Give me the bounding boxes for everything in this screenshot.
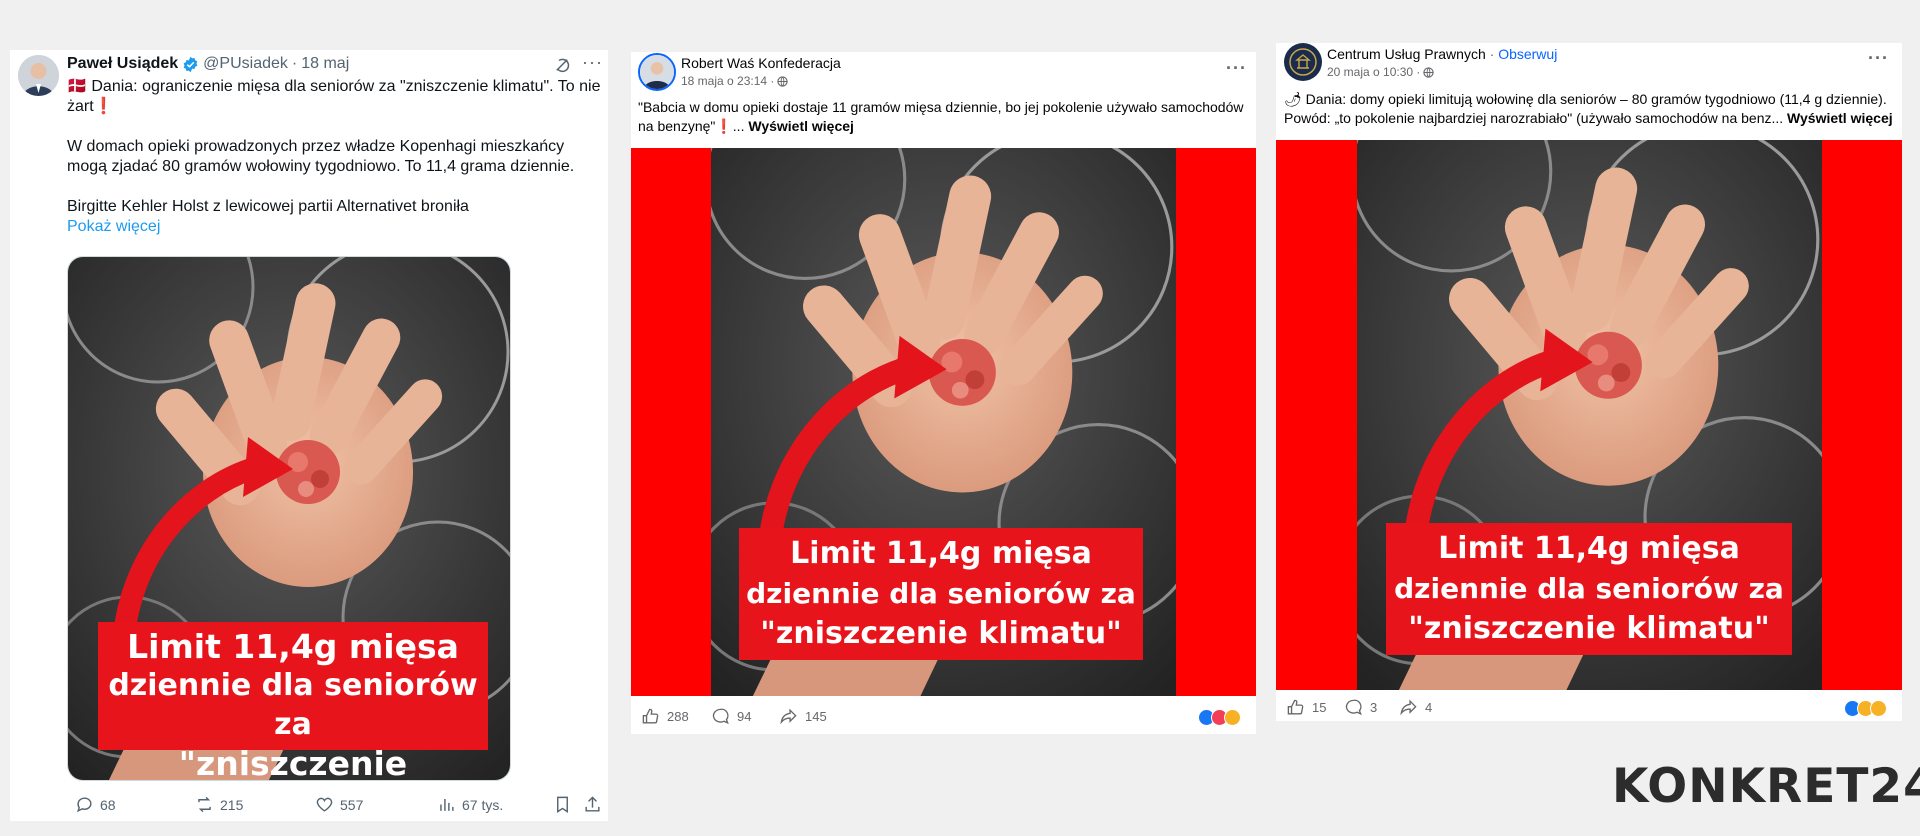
caption-line: Limit 11,4g mięsa: [1438, 531, 1740, 566]
author-avatar[interactable]: [18, 55, 59, 96]
konkret24-logo: KONKRET24: [1612, 759, 1920, 814]
post-text: 🇩🇰 Dania: ograniczenie mięsa dla senioró…: [67, 77, 607, 237]
author-name[interactable]: Paweł Usiądek: [67, 55, 178, 73]
comment-count: 3: [1370, 700, 1378, 715]
globe-icon: [777, 75, 789, 87]
meta-separator: ·: [291, 55, 298, 72]
see-more-link[interactable]: Wyświetl więcej: [1787, 110, 1893, 126]
see-more-link[interactable]: Wyświetl więcej: [748, 118, 854, 134]
comment-button[interactable]: 3: [1344, 698, 1377, 717]
share-icon: [585, 796, 600, 812]
views-button[interactable]: 67 tys.: [437, 795, 503, 814]
thumbs-up-icon: [1287, 699, 1304, 715]
image-caption-box: Limit 11,4g mięsa dziennie dla seniorów …: [1386, 523, 1792, 655]
author-handle[interactable]: @PUsiadek: [203, 55, 288, 73]
post-time: 18 maja o 23:14 ·: [681, 74, 789, 88]
follow-button[interactable]: Obserwuj: [1498, 46, 1557, 62]
heart-icon: [316, 797, 333, 812]
post-paragraph: 🇩🇰 Dania: ograniczenie mięsa dla senioró…: [67, 78, 601, 115]
author-avatar[interactable]: [638, 53, 676, 91]
post-action-bar: 288 94 145: [641, 707, 1246, 727]
like-count: 288: [667, 709, 689, 724]
more-options-icon[interactable]: ···: [582, 52, 603, 73]
reaction-summary[interactable]: [1844, 700, 1887, 717]
post-action-bar: 68 215 557 67 tys.: [65, 795, 605, 817]
reply-count: 68: [100, 796, 116, 813]
more-options-icon[interactable]: ···: [1868, 48, 1889, 69]
like-count: 15: [1312, 700, 1327, 715]
grok-icon[interactable]: [553, 56, 571, 74]
bookmark-icon: [557, 796, 568, 813]
image-caption-box: Limit 11,4g mięsa dziennie dla seniorów …: [98, 622, 488, 780]
caption-line: Limit 11,4g mięsa: [127, 627, 459, 666]
post-body: 🌶 Dania: domy opieki limitują wołowinę d…: [1284, 91, 1887, 107]
verified-badge-icon: [183, 56, 198, 72]
post-time-text[interactable]: 20 maja o 10:30 ·: [1327, 65, 1420, 79]
post-action-bar: 15 3 4: [1286, 698, 1892, 718]
post-image[interactable]: Limit 11,4g mięsa dziennie dla seniorów …: [1276, 140, 1902, 690]
comment-button[interactable]: 94: [711, 707, 751, 726]
post-header: Paweł Usiądek @PUsiadek · 18 maj: [67, 55, 349, 73]
caption-line: dziennie dla seniorów za: [108, 668, 478, 742]
repost-button[interactable]: 215: [195, 795, 243, 814]
post-paragraph: W domach opieki prowadzonych przez władz…: [67, 138, 575, 175]
post-date[interactable]: 18 maj: [301, 55, 349, 73]
wow-reaction-icon: [1870, 700, 1887, 717]
bookmark-button[interactable]: [553, 795, 572, 814]
share-button[interactable]: 145: [779, 707, 827, 726]
comment-count: 94: [737, 709, 752, 724]
caption-line: dziennie dla seniorów za: [1394, 572, 1784, 605]
share-arrow-icon: [1400, 699, 1417, 716]
views-count: 67 tys.: [462, 796, 504, 813]
author-name[interactable]: Centrum Usług Prawnych: [1327, 46, 1486, 62]
share-count: 145: [805, 709, 827, 724]
post-body: "Babcia w domu opieki dostaje 11 gramów …: [638, 99, 1244, 134]
share-button[interactable]: [583, 795, 602, 814]
post-text: 🌶 Dania: domy opieki limitują wołowinę d…: [1284, 90, 1898, 128]
caption-line: Limit 11,4g mięsa: [790, 536, 1092, 571]
caption-line: "zniszczenie klimatu": [178, 744, 408, 781]
author-line: Centrum Usług Prawnych · Obserwuj: [1327, 46, 1557, 62]
repost-icon: [198, 796, 211, 813]
globe-icon: [1423, 66, 1435, 78]
like-button[interactable]: 557: [315, 795, 363, 814]
facebook-post-card: Centrum Usług Prawnych · Obserwuj 20 maj…: [1276, 43, 1902, 721]
author-avatar[interactable]: [1284, 43, 1322, 81]
repost-count: 215: [220, 796, 244, 813]
author-name[interactable]: Robert Waś Konfederacja: [681, 55, 841, 71]
like-count: 557: [340, 796, 364, 813]
caption-line: dziennie dla seniorów za: [746, 577, 1136, 610]
views-icon: [440, 798, 454, 811]
share-button[interactable]: 4: [1399, 698, 1432, 717]
thumbs-up-icon: [642, 708, 659, 724]
image-caption-box: Limit 11,4g mięsa dziennie dla seniorów …: [739, 528, 1143, 660]
twitter-post-card: Paweł Usiądek @PUsiadek · 18 maj ··· 🇩🇰 …: [10, 50, 608, 821]
name-separator: ·: [1485, 46, 1499, 62]
post-image[interactable]: Limit 11,4g mięsa dziennie dla seniorów …: [67, 256, 511, 781]
haha-reaction-icon: [1224, 709, 1241, 726]
more-options-icon[interactable]: ···: [1226, 58, 1247, 79]
post-paragraph: Birgitte Kehler Holst z lewicowej partii…: [67, 198, 469, 215]
post-image[interactable]: Limit 11,4g mięsa dziennie dla seniorów …: [631, 148, 1256, 696]
reaction-summary[interactable]: [1198, 709, 1241, 726]
post-time: 20 maja o 10:30 ·: [1327, 65, 1435, 79]
post-time-text[interactable]: 18 maja o 23:14 ·: [681, 74, 774, 88]
comment-icon: [712, 708, 729, 725]
facebook-post-card: Robert Waś Konfederacja 18 maja o 23:14 …: [631, 52, 1256, 734]
show-more-link[interactable]: Pokaż więcej: [67, 217, 607, 237]
comment-icon: [1345, 699, 1362, 716]
share-count: 4: [1425, 700, 1433, 715]
caption-line: "zniszczenie klimatu": [1408, 611, 1770, 646]
share-arrow-icon: [780, 708, 797, 725]
reply-button[interactable]: 68: [75, 795, 116, 814]
post-text: "Babcia w domu opieki dostaje 11 gramów …: [638, 98, 1250, 136]
caption-line: "zniszczenie klimatu": [760, 616, 1122, 651]
like-button[interactable]: 15: [1286, 698, 1326, 717]
post-body: Powód: „to pokolenie najbardziej narozra…: [1284, 110, 1784, 126]
like-button[interactable]: 288: [641, 707, 689, 726]
reply-icon: [76, 797, 92, 813]
